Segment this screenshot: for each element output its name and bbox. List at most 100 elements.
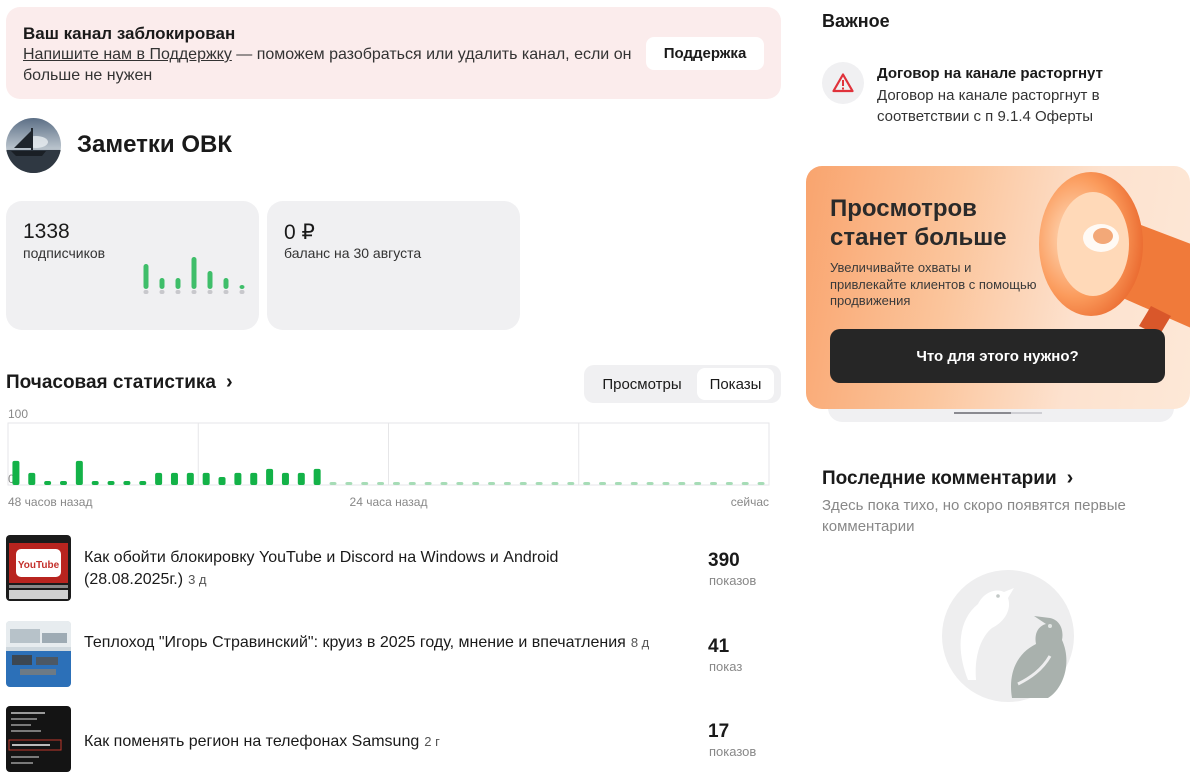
sparkline-baseline [207,290,213,294]
chart-bar [250,472,258,485]
x-tick-label: 24 часа назад [350,495,428,509]
chart-bar [567,482,575,485]
chart-bar [297,472,305,485]
chart-bar [345,482,353,485]
chart-bar [107,480,115,485]
chart-bar [424,482,432,485]
tab-views[interactable]: Просмотры [587,368,697,400]
chart-bar [741,482,749,485]
chart-bar [218,476,226,485]
support-button[interactable]: Поддержка [646,37,764,70]
chart-bar [377,482,385,485]
chart-bar [313,468,321,485]
post-impressions-label: показов [709,744,757,759]
banner-text: Напишите нам в Поддержку — поможем разоб… [23,44,638,86]
birds-illustration [942,570,1074,702]
post-item[interactable]: Теплоход "Игорь Стравинский": круиз в 20… [6,621,781,687]
chart-bar [599,482,607,485]
post-thumbnail [6,621,71,687]
sparkline-bar [191,257,197,289]
metric-toggle: Просмотры Показы [584,365,781,403]
comments-empty-text: Здесь пока тихо, но скоро появятся первы… [822,497,1126,535]
chart-bar [757,482,765,485]
chart-bar [472,482,480,485]
chart-bar [392,482,400,485]
chart-bar [186,472,194,485]
avatar[interactable] [6,117,61,173]
chart-bar [75,460,83,485]
post-age: 3 д [188,572,207,587]
channel-header: Заметки ОВК [6,117,232,173]
chevron-right-icon: › [1066,467,1074,489]
post-impressions-label: показ [709,659,743,674]
post-title: Теплоход "Игорь Стравинский": круиз в 20… [84,634,650,651]
sparkline-bar [207,271,213,289]
chart-bar [440,482,448,485]
subscribers-sparkline [143,257,245,294]
hourly-stats-title: Почасовая статистика [6,371,216,393]
chart-bar [123,480,131,485]
chart-bar [662,482,670,485]
chart-bar [12,460,20,485]
post-item[interactable]: YouTube Как обойти блокировку YouTube и … [6,535,781,601]
sparkline-bar [159,278,165,289]
balance-label: баланс на 30 августа [284,245,422,261]
chart-bar [678,482,686,485]
chart-bar [614,482,622,485]
sparkline-baseline [239,290,245,294]
chart-bar [503,482,511,485]
post-impressions-count: 390 [708,550,740,571]
promo-headline: Просмотров станет больше [830,195,1007,251]
x-tick-label: сейчас [731,495,769,509]
post-thumbnail [6,706,71,772]
subscribers-value: 1338 [23,220,70,243]
post-impressions-count: 17 [708,721,730,742]
subscribers-label: подписчиков [23,245,106,261]
post-thumbnail: YouTube [6,535,71,601]
chart-bar [44,480,52,485]
chart-bar [59,480,67,485]
banner-title: Ваш канал заблокирован [23,24,236,43]
carousel-progress-fill [954,412,1012,414]
chart-bar [139,480,147,485]
sparkline-bar [143,264,149,289]
promo-subtitle: Увеличивайте охваты и привлекайте клиент… [830,260,1037,308]
chart-bar [28,472,36,485]
youtube-logo-text: YouTube [18,560,60,571]
chart-bar [91,480,99,485]
post-title: Как поменять регион на телефонах Samsung… [84,733,440,750]
post-title: Как обойти блокировку YouTube и Discord … [84,549,559,588]
balance-card[interactable]: 0 ₽ баланс на 30 августа [267,201,520,330]
channel-name: Заметки ОВК [77,131,233,158]
hourly-stats-link[interactable]: Почасовая статистика › [6,371,233,394]
notice-title: Договор на канале расторгнут [877,65,1103,82]
sparkline-baseline [191,290,197,294]
post-item[interactable]: Как поменять регион на телефонах Samsung… [6,706,781,772]
x-tick-label: 48 часов назад [8,495,92,509]
balance-value: 0 ₽ [284,221,315,244]
post-impressions-count: 41 [708,636,730,657]
chart-bar [266,468,274,485]
sparkline-baseline [175,290,181,294]
sparkline-baseline [223,290,229,294]
chart-bar [281,472,289,485]
comments-link[interactable]: Последние комментарии › [822,467,1073,490]
sparkline-bar [223,278,229,289]
important-title: Важное [822,11,890,31]
chart-bar [583,482,591,485]
support-link[interactable]: Напишите нам в Поддержку [23,46,232,63]
chart-bar [456,482,464,485]
promo-cta-button[interactable]: Что для этого нужно? [830,329,1165,383]
subscribers-card[interactable]: 1338 подписчиков [6,201,259,330]
chart-bar [155,472,163,485]
sparkline-bar [239,285,245,289]
post-impressions-label: показов [709,573,757,588]
chart-bar [519,482,527,485]
chevron-right-icon: › [225,371,233,393]
promo-card[interactable]: Просмотров станет больше Увеличивайте ох… [806,166,1190,409]
chart-bar [710,482,718,485]
tab-impressions[interactable]: Показы [697,368,774,400]
blocked-banner: Ваш канал заблокирован Напишите нам в По… [6,7,781,99]
chart-bar [234,472,242,485]
chart-bar [694,482,702,485]
